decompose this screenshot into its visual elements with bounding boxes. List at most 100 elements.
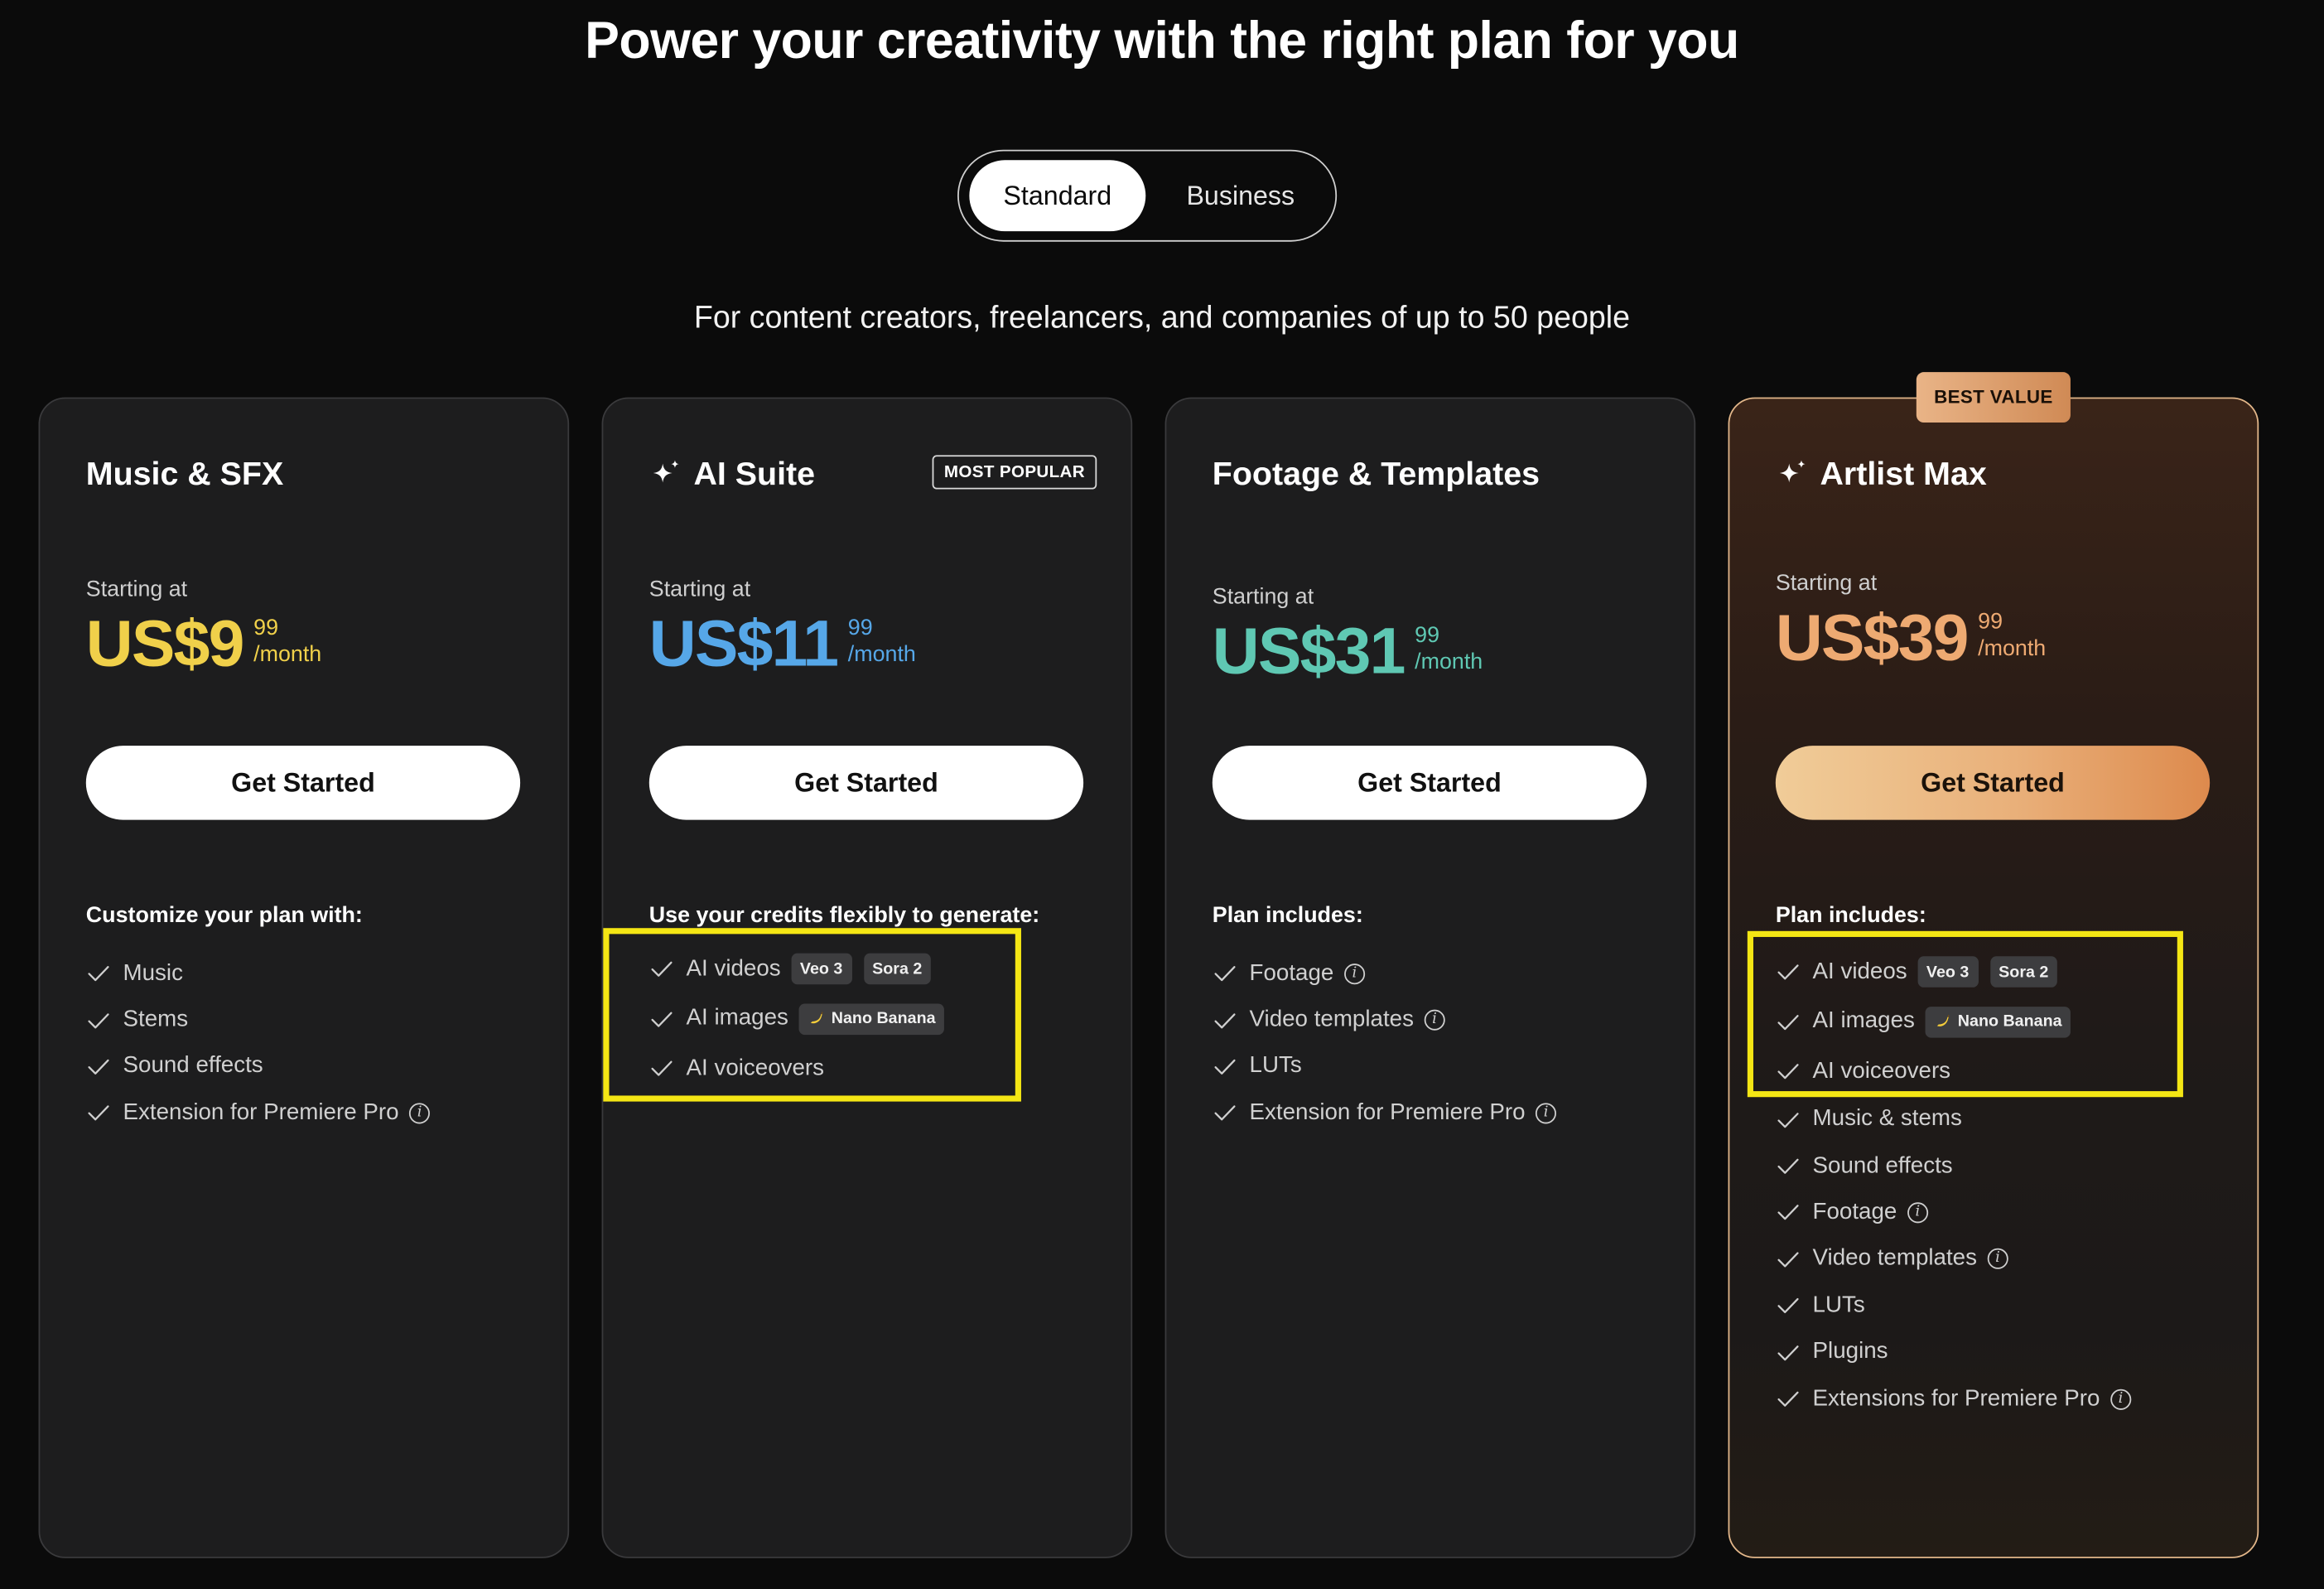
get-started-button[interactable]: Get Started <box>1775 746 2211 820</box>
check-icon <box>1214 1105 1236 1122</box>
feature-label: Footage <box>1812 1199 1897 1225</box>
price-amount: US$11 <box>649 607 839 681</box>
features-title: Plan includes: <box>1775 902 1926 929</box>
feature-label: LUTs <box>1249 1053 1302 1079</box>
feature-label: Video templates <box>1249 1007 1414 1032</box>
get-started-button[interactable]: Get Started <box>649 746 1084 820</box>
price-cents: 99 <box>847 615 873 641</box>
check-icon <box>88 966 109 982</box>
check-icon <box>1777 1205 1799 1221</box>
feature-item: Video templates i <box>1776 1236 2131 1282</box>
feature-label: Plugins <box>1812 1339 1888 1364</box>
sparkle-icon <box>653 460 679 483</box>
page-subheadline: For content creators, freelancers, and c… <box>693 301 1631 336</box>
price-period: /month <box>253 641 322 668</box>
feature-item: AI voiceovers <box>649 1044 945 1094</box>
price: US$31 99 /month <box>1212 615 1483 688</box>
model-tag-label: Nano Banana <box>831 1010 936 1028</box>
price-amount: US$39 <box>1775 601 1970 675</box>
feature-label: Extension for Premiere Pro <box>1249 1099 1526 1125</box>
price-cents: 99 <box>253 615 279 641</box>
feature-item: Video templates i <box>1213 997 1556 1043</box>
feature-item: Music & stems <box>1776 1096 2131 1142</box>
feature-label: Stems <box>123 1007 189 1032</box>
check-icon <box>1777 1298 1799 1314</box>
check-icon <box>88 1105 109 1122</box>
plan-title: Music & SFX <box>86 455 283 494</box>
best-value-badge: BEST VALUE <box>1916 372 2071 423</box>
feature-item: AI videos Veo 3 Sora 2 <box>1776 947 2131 997</box>
feature-item: Sound effects <box>86 1043 430 1089</box>
feature-label: LUTs <box>1812 1292 1865 1318</box>
feature-item: Extension for Premiere Pro i <box>1213 1090 1557 1137</box>
feature-label: Sound effects <box>1812 1152 1953 1178</box>
feature-label: Extension for Premiere Pro <box>123 1099 399 1125</box>
price-amount: US$31 <box>1212 615 1406 688</box>
feature-label: AI voiceovers <box>686 1055 825 1081</box>
check-icon <box>1777 1112 1799 1128</box>
model-tag: Sora 2 <box>1989 956 2058 988</box>
feature-item: Music <box>86 950 430 997</box>
feature-list: Footage i Video templates i LUTs Extensi… <box>1213 950 1557 1137</box>
page-headline: Power your creativity with the right pla… <box>585 12 1739 70</box>
feature-list: AI videos Veo 3 Sora 2 AI images Nano Ba… <box>649 944 945 1094</box>
check-icon <box>1777 1014 1799 1030</box>
check-icon <box>651 1061 673 1077</box>
feature-label: AI images <box>1812 1008 1915 1034</box>
info-icon[interactable]: i <box>1424 1009 1445 1031</box>
feature-item: AI images Nano Banana <box>649 994 945 1044</box>
model-tag: Nano Banana <box>798 1003 945 1035</box>
price-cents: 99 <box>1415 622 1440 649</box>
business-tab[interactable]: Business <box>1151 160 1329 231</box>
info-icon[interactable]: i <box>1907 1202 1928 1224</box>
check-icon <box>651 1012 673 1027</box>
get-started-button[interactable]: Get Started <box>85 746 521 820</box>
model-tag: Veo 3 <box>791 954 852 985</box>
features-title: Use your credits flexibly to generate: <box>649 902 1040 929</box>
plan-title-text: Artlist Max <box>1820 455 1987 493</box>
info-icon[interactable]: i <box>2109 1388 2131 1409</box>
feature-label: Video templates <box>1812 1245 1977 1272</box>
check-icon <box>88 1059 109 1075</box>
feature-item: AI images Nano Banana <box>1776 997 2131 1046</box>
feature-list: AI videos Veo 3 Sora 2 AI images Nano Ba… <box>1776 947 2131 1422</box>
feature-item: LUTs <box>1776 1282 2131 1329</box>
sparkle-icon <box>1779 460 1806 483</box>
price-amount: US$9 <box>85 607 245 681</box>
feature-label: Music & stems <box>1812 1106 1962 1132</box>
check-icon <box>1777 1391 1799 1407</box>
plan-type-toggle: Standard Business <box>957 149 1338 242</box>
standard-tab[interactable]: Standard <box>969 160 1146 232</box>
feature-item: Plugins <box>1776 1329 2131 1375</box>
check-icon <box>1214 966 1236 982</box>
starting-at-label: Starting at <box>1212 584 1314 610</box>
pricing-page: Power your creativity with the right pla… <box>0 0 2324 1589</box>
plan-card-artlist-max: BEST VALUE Artlist Max Starting at US$39… <box>1728 372 2259 1558</box>
model-tag: Sora 2 <box>863 954 932 985</box>
banana-icon <box>810 1012 823 1024</box>
info-icon[interactable]: i <box>409 1103 431 1124</box>
plan-title-text: AI Suite <box>693 455 816 493</box>
plan-title: Footage & Templates <box>1213 455 1540 494</box>
info-icon[interactable]: i <box>1343 963 1365 984</box>
info-icon[interactable]: i <box>1536 1103 1557 1124</box>
feature-item: AI videos Veo 3 Sora 2 <box>649 944 945 994</box>
feature-item: Footage i <box>1213 950 1556 997</box>
starting-at-label: Starting at <box>649 577 751 602</box>
feature-label: AI voiceovers <box>1812 1058 1951 1084</box>
plan-title: AI Suite <box>649 455 815 494</box>
price: US$9 99 /month <box>85 607 322 681</box>
get-started-button[interactable]: Get Started <box>1212 746 1647 820</box>
check-icon <box>1214 1012 1236 1028</box>
feature-label: Footage <box>1249 960 1334 986</box>
check-icon <box>1777 964 1799 980</box>
plan-card-ai-suite: AI Suite MOST POPULAR Starting at US$11 … <box>601 397 1133 1558</box>
plan-title-text: Footage & Templates <box>1212 455 1540 493</box>
feature-item: Stems <box>86 997 430 1043</box>
info-icon[interactable]: i <box>1987 1248 2008 1270</box>
banana-icon <box>1936 1015 1950 1027</box>
features-title: Customize your plan with: <box>85 902 363 929</box>
model-tag: Nano Banana <box>1925 1006 2071 1038</box>
check-icon <box>1777 1158 1799 1174</box>
feature-item: Footage i <box>1776 1190 2131 1236</box>
